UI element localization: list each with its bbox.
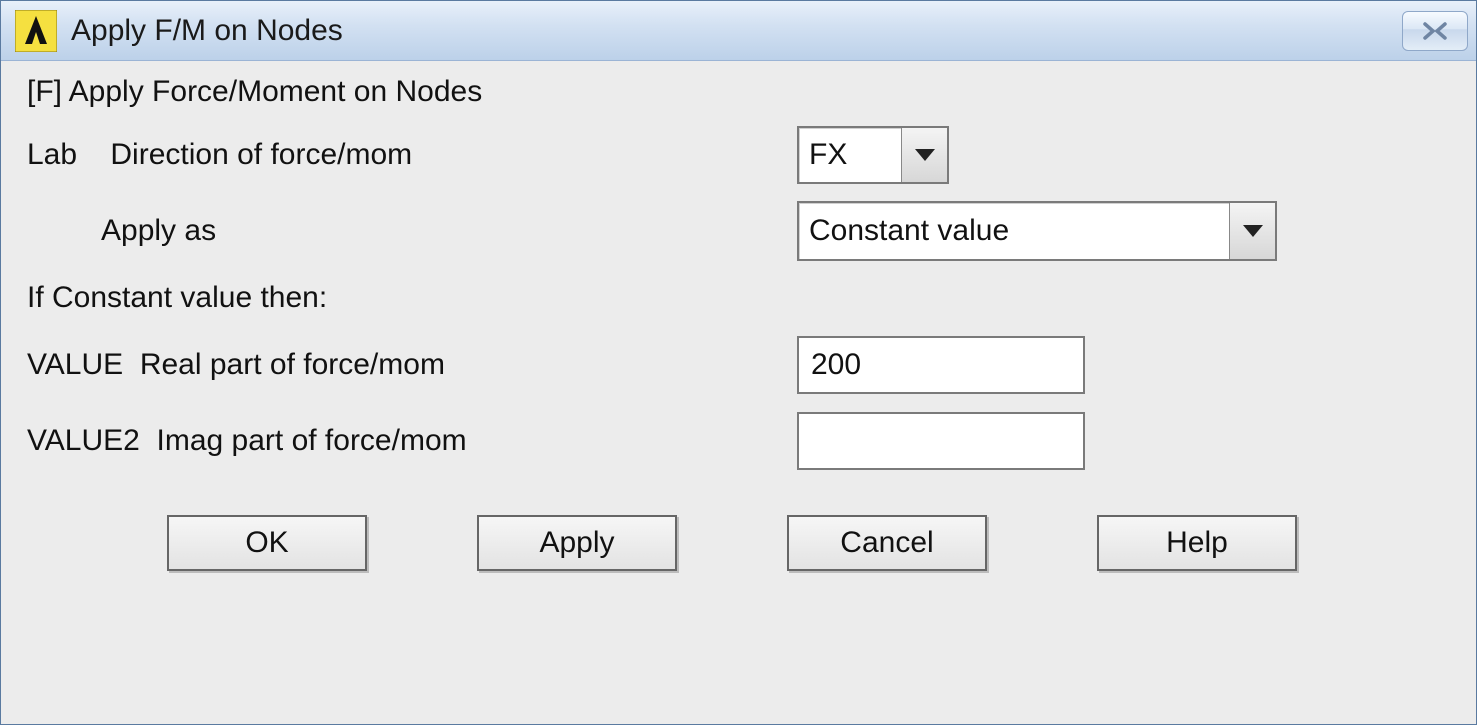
ok-button[interactable]: OK: [167, 515, 367, 571]
ansys-logo-icon: [15, 10, 57, 52]
applyas-dropdown-value: Constant value: [799, 203, 1229, 259]
row-value2: VALUE2 Imag part of force/mom: [27, 409, 1450, 473]
button-row: OK Apply Cancel Help: [27, 515, 1450, 571]
titlebar: Apply F/M on Nodes: [1, 1, 1476, 61]
chevron-down-icon: [901, 128, 947, 182]
dialog-body: [F] Apply Force/Moment on Nodes Lab Dire…: [1, 61, 1476, 724]
applyas-label: Apply as: [27, 214, 797, 248]
if-constant-text: If Constant value then:: [27, 281, 1450, 315]
value2-input[interactable]: [797, 412, 1085, 470]
chevron-down-icon: [1229, 203, 1275, 259]
row-value: VALUE Real part of force/mom: [27, 333, 1450, 397]
applyas-dropdown[interactable]: Constant value: [797, 201, 1277, 261]
dialog-window: Apply F/M on Nodes [F] Apply Force/Momen…: [0, 0, 1477, 725]
row-applyas: Apply as Constant value: [27, 199, 1450, 263]
lab-label: Lab Direction of force/mom: [27, 138, 797, 172]
apply-button[interactable]: Apply: [477, 515, 677, 571]
heading-text: [F] Apply Force/Moment on Nodes: [27, 75, 1450, 109]
row-lab: Lab Direction of force/mom FX: [27, 123, 1450, 187]
close-button[interactable]: [1402, 11, 1468, 51]
title-left: Apply F/M on Nodes: [15, 10, 343, 52]
lab-dropdown-value: FX: [799, 128, 901, 182]
help-button[interactable]: Help: [1097, 515, 1297, 571]
cancel-button[interactable]: Cancel: [787, 515, 987, 571]
window-title: Apply F/M on Nodes: [71, 14, 343, 48]
close-icon: [1420, 21, 1450, 41]
value2-label: VALUE2 Imag part of force/mom: [27, 424, 797, 458]
lab-dropdown[interactable]: FX: [797, 126, 949, 184]
value-label: VALUE Real part of force/mom: [27, 348, 797, 382]
value-input[interactable]: [797, 336, 1085, 394]
